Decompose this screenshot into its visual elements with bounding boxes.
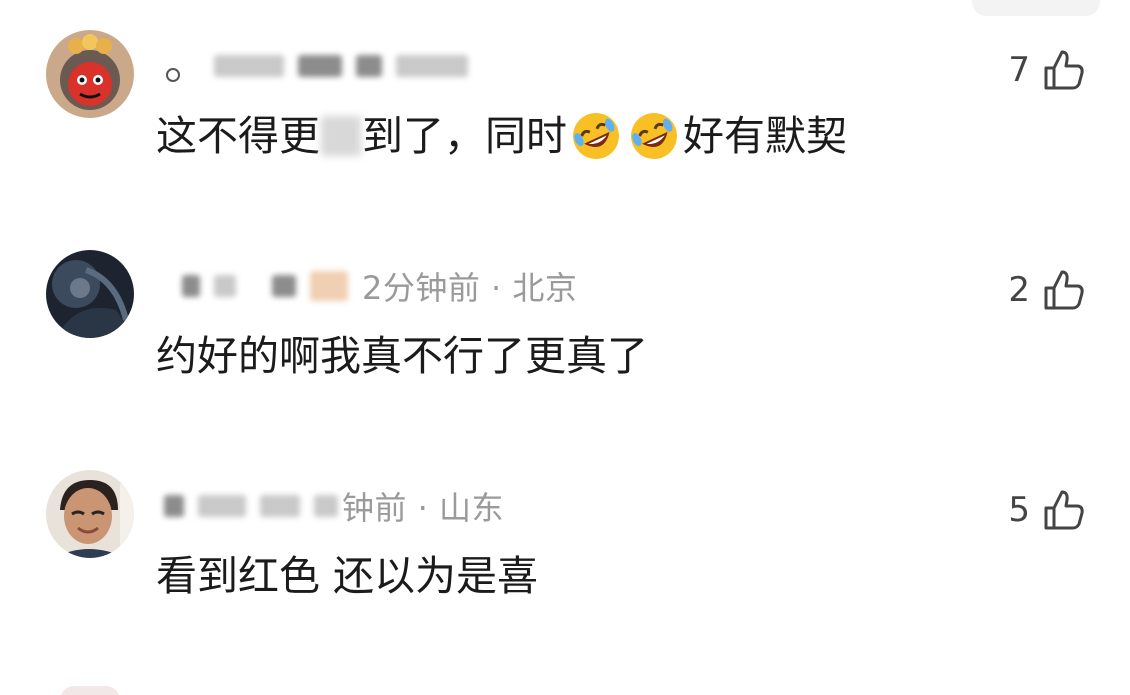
thumbs-up-icon[interactable] [1040,486,1088,534]
comment-text: 看到红色 还以为是喜 [156,552,539,600]
avatar[interactable] [46,250,134,338]
blurred-username [396,55,468,77]
blurred-username [214,275,236,297]
blurred-username [272,275,296,297]
comment-time-location: 钟前 · 山东 [342,489,505,527]
comment-meta: 2分钟前 · 北京 [160,264,577,308]
like-button[interactable]: 5 [1008,484,1088,536]
avatar[interactable] [46,30,134,118]
thumbs-up-icon[interactable] [1040,46,1088,94]
separator-dot [166,68,180,82]
top-input-pill[interactable] [972,0,1100,16]
comment-text: 这不得更 到了，同时 好有默契 [156,110,847,162]
blurred-username [356,55,382,77]
thumbs-up-icon[interactable] [1040,266,1088,314]
blurred-username [214,55,284,77]
comment-meta [160,44,482,88]
censored-char [321,116,361,156]
like-button[interactable]: 7 [1008,44,1088,96]
comment-text-part: 这不得更 [156,112,320,160]
blurred-avatar-badge [310,271,348,301]
comment-list: 这不得更 到了，同时 好有默契 7 2分钟前 · 北京 约好的啊我真不行了更真了… [0,0,1130,695]
comment-text-part: 好有默契 [683,112,847,160]
blurred-username [298,55,342,77]
comment-text-part: 到了，同时 [362,112,567,160]
comment-time-location: 2分钟前 · 北京 [362,269,578,307]
blurred-username [198,495,246,517]
next-avatar-edge [60,686,120,695]
blurred-time [314,495,338,517]
avatar[interactable] [46,470,134,558]
blurred-username [164,495,184,517]
like-count: 7 [1008,50,1030,90]
rolling-laughing-emoji [570,110,622,162]
like-button[interactable]: 2 [1008,264,1088,316]
blurred-username [260,495,300,517]
like-count: 5 [1008,490,1030,530]
like-count: 2 [1008,270,1030,310]
blurred-username [182,275,200,297]
rolling-laughing-emoji [628,110,680,162]
comment-text: 约好的啊我真不行了更真了 [156,332,648,380]
comment-meta: 钟前 · 山东 [160,484,504,528]
